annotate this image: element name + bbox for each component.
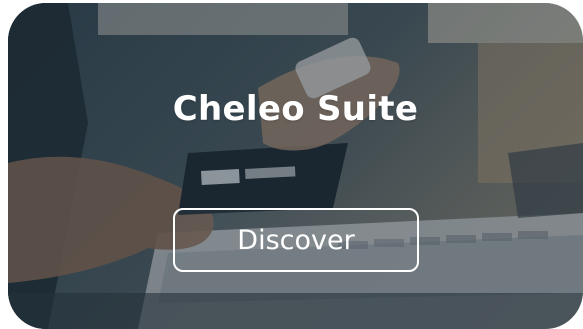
card-title: Cheleo Suite bbox=[172, 89, 419, 129]
discover-button[interactable]: Discover bbox=[173, 208, 419, 272]
dark-overlay bbox=[8, 3, 583, 329]
promo-card: Cheleo Suite Discover bbox=[8, 3, 583, 329]
